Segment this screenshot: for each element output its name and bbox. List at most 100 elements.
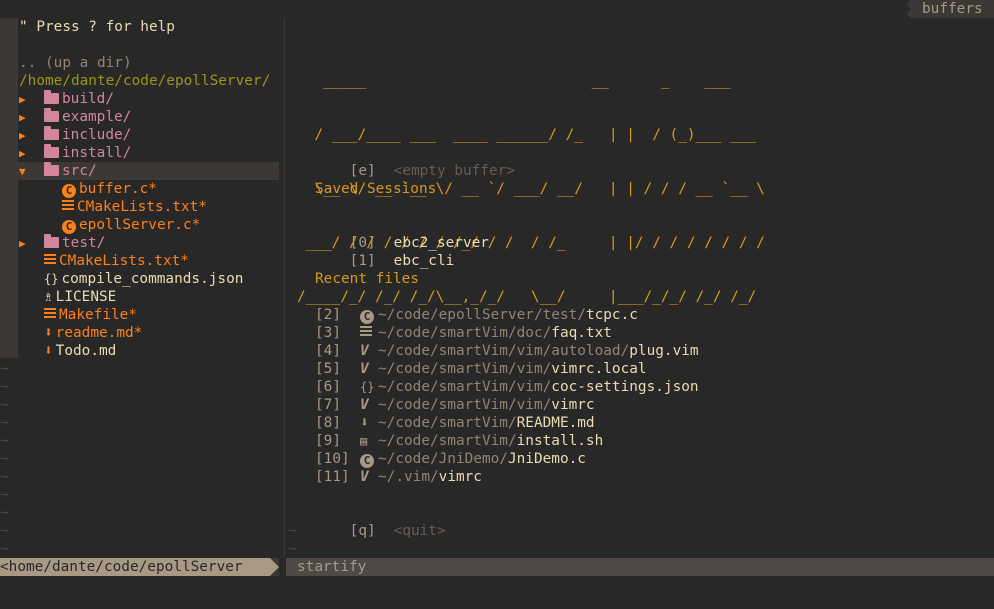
markdown-icon: ⬇ bbox=[44, 325, 53, 341]
tree-root-path[interactable]: /home/dante/code/epollServer/ bbox=[19, 72, 270, 90]
recent-file-entry[interactable]: [2] C ~/code/epollServer/test/tcpc.c bbox=[315, 306, 638, 324]
folder-icon bbox=[44, 126, 59, 140]
caret-right-icon[interactable]: ▶ bbox=[19, 127, 44, 145]
tree-folder[interactable]: ▶ install/ bbox=[19, 144, 131, 162]
tree-item-label: Makefile* bbox=[59, 307, 137, 323]
c-file-icon: C bbox=[62, 220, 76, 234]
c-file-icon: C bbox=[360, 306, 378, 324]
recent-file-entry[interactable]: [10] C ~/code/JniDemo/JniDemo.c bbox=[315, 450, 586, 468]
tree-item-label: CMakeLists.txt* bbox=[59, 253, 189, 269]
recent-file-name: faq.txt bbox=[551, 325, 612, 341]
recent-file-name: JniDemo.c bbox=[507, 451, 586, 467]
tree-file[interactable]: Cbuffer.c* bbox=[19, 180, 157, 198]
file-tree-pane: " Press ? for help .. (up a dir) /home/d… bbox=[0, 18, 284, 558]
tree-folder[interactable]: ▶ example/ bbox=[19, 108, 131, 126]
recent-file-dir: ~/code/smartVim/ bbox=[378, 433, 517, 449]
tree-item-label: install/ bbox=[62, 145, 132, 161]
folder-icon bbox=[44, 234, 59, 248]
recent-file-entry[interactable]: [3] ~/code/smartVim/doc/faq.txt bbox=[315, 324, 612, 342]
c-file-icon: C bbox=[360, 450, 378, 468]
tree-file[interactable]: CMakeLists.txt* bbox=[19, 252, 189, 270]
recent-file-dir: ~/code/epollServer/test/ bbox=[378, 307, 586, 323]
empty-line-marker: ~ bbox=[288, 541, 297, 557]
tree-item-label: buffer.c* bbox=[79, 181, 157, 197]
tree-file[interactable]: ⬇ Todo.md bbox=[19, 342, 116, 360]
tree-file[interactable]: CMakeLists.txt* bbox=[19, 198, 207, 216]
recent-file-dir: ~/.vim/ bbox=[378, 469, 439, 485]
tree-item-label: include/ bbox=[62, 127, 132, 143]
quit-entry[interactable]: [q] <quit> bbox=[315, 504, 446, 539]
recent-file-dir: ~/code/JniDemo/ bbox=[378, 451, 508, 467]
caret-down-icon[interactable]: ▼ bbox=[19, 163, 44, 181]
tree-file[interactable]: ⬇ readme.md* bbox=[19, 324, 142, 342]
caret-right-icon[interactable]: ▶ bbox=[19, 235, 44, 253]
tree-sign-column bbox=[0, 18, 18, 358]
caret-right-icon[interactable]: ▶ bbox=[19, 109, 44, 127]
recent-file-dir: ~/code/smartVim/doc/ bbox=[378, 325, 552, 341]
tree-item-label: test/ bbox=[62, 235, 106, 251]
tree-item-label: epollServer.c* bbox=[79, 217, 201, 233]
folder-icon bbox=[44, 90, 59, 104]
json-icon: {} bbox=[44, 272, 59, 286]
recent-file-entry[interactable]: [4] V ~/code/smartVim/vim/autoload/plug.vi… bbox=[315, 342, 699, 360]
tree-up-dir[interactable]: .. (up a dir) bbox=[19, 54, 132, 72]
recent-file-entry[interactable]: [9] ▤ ~/code/smartVim/install.sh bbox=[315, 432, 603, 450]
window-split-divider[interactable] bbox=[284, 18, 285, 558]
license-icon: ♗ bbox=[44, 289, 53, 305]
tree-folder[interactable]: ▶ build/ bbox=[19, 90, 114, 108]
recent-file-entry[interactable]: [7] V ~/code/smartVim/vim/vimrc bbox=[315, 396, 595, 414]
recent-file-entry[interactable]: [8] ⬇ ~/code/smartVim/README.md bbox=[315, 414, 595, 432]
vim-icon: V bbox=[360, 469, 369, 485]
vim-icon: V bbox=[360, 361, 369, 377]
recent-file-name: install.sh bbox=[516, 433, 604, 449]
caret-right-icon[interactable]: ▶ bbox=[19, 91, 44, 109]
recent-file-entry[interactable]: [5] V ~/code/smartVim/vim/vimrc.local bbox=[315, 360, 647, 378]
tree-item-label: LICENSE bbox=[55, 289, 117, 305]
empty-line-marker: ~ bbox=[288, 523, 297, 539]
tree-item-label: readme.md* bbox=[55, 325, 143, 341]
markdown-icon: ⬇ bbox=[360, 415, 369, 431]
tree-item-label: CMakeLists.txt* bbox=[77, 199, 207, 215]
empty-buffer-entry[interactable]: [e] <empty buffer> bbox=[315, 144, 515, 179]
folder-icon bbox=[44, 144, 59, 158]
tree-folder[interactable]: ▼ src/ bbox=[19, 162, 97, 180]
buffers-tab[interactable]: buffers bbox=[902, 0, 994, 18]
tree-file[interactable]: ♗ LICENSE bbox=[19, 288, 116, 306]
tree-file[interactable]: {} compile_commands.json bbox=[19, 270, 243, 288]
session-entry[interactable]: [0] ebc2_server bbox=[315, 216, 489, 251]
json-icon: {} bbox=[360, 380, 375, 394]
recent-files-header: Recent files bbox=[315, 271, 419, 287]
recent-file-entry[interactable]: [11] V ~/.vim/vimrc bbox=[315, 468, 482, 486]
session-entry[interactable]: [1] ebc_cli bbox=[315, 234, 455, 269]
tree-file[interactable]: Makefile* bbox=[19, 306, 137, 324]
tree-item-label: example/ bbox=[62, 109, 132, 125]
statusline: <home/dante/code/epollServer startify bbox=[0, 558, 994, 576]
recent-file-name: coc-settings.json bbox=[551, 379, 699, 395]
markdown-icon: ⬇ bbox=[44, 343, 53, 359]
text-file-icon bbox=[44, 308, 56, 320]
vim-icon: V bbox=[360, 397, 369, 413]
tree-file[interactable]: CepollServer.c* bbox=[19, 216, 200, 234]
caret-right-icon[interactable]: ▶ bbox=[19, 145, 44, 163]
text-file-icon bbox=[44, 254, 56, 266]
recent-file-dir: ~/code/smartVim/ bbox=[378, 415, 517, 431]
recent-file-entry[interactable]: [6]{} ~/code/smartVim/vim/coc-settings.js… bbox=[315, 378, 699, 396]
recent-file-dir: ~/code/smartVim/vim/ bbox=[378, 379, 552, 395]
recent-file-name: plug.vim bbox=[629, 343, 699, 359]
statusline-filetype: startify bbox=[286, 558, 994, 576]
shell-icon: ▤ bbox=[360, 434, 368, 448]
tree-folder[interactable]: ▶ include/ bbox=[19, 126, 131, 144]
recent-file-name: tcpc.c bbox=[585, 307, 638, 323]
tree-folder[interactable]: ▶ test/ bbox=[19, 234, 105, 252]
tabline: buffers bbox=[0, 0, 994, 18]
tree-item-label: Todo.md bbox=[55, 343, 117, 359]
tree-help-hint: " Press ? for help bbox=[19, 19, 175, 35]
tree-item-label: compile_commands.json bbox=[61, 271, 244, 287]
folder-icon bbox=[44, 162, 59, 176]
